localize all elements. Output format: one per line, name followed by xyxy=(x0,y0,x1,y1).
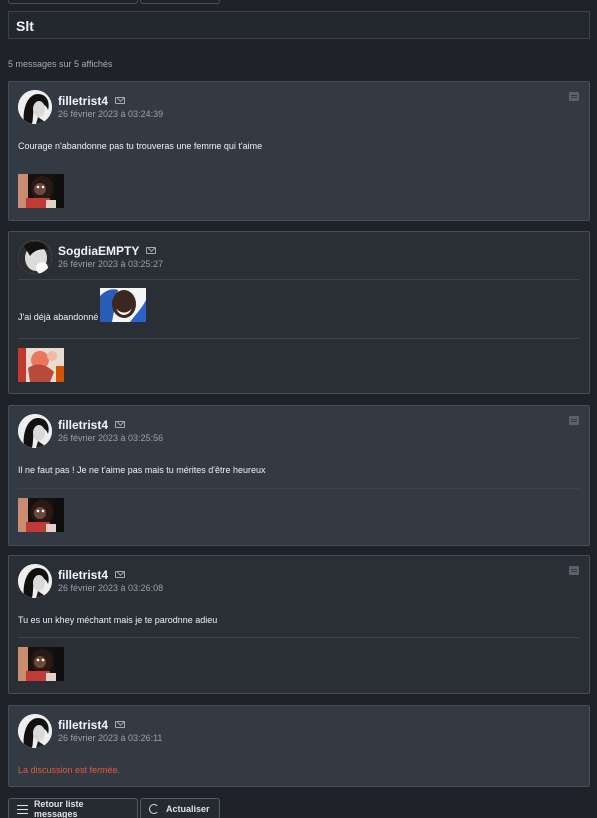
back-to-list-button[interactable]: Retour liste messages xyxy=(8,798,138,818)
divider xyxy=(18,279,580,280)
quote-icon[interactable] xyxy=(569,92,579,101)
message-card: filletrist4 26 février 2023 à 03:24:39 C… xyxy=(8,81,590,221)
mail-icon[interactable] xyxy=(115,721,126,728)
author-link[interactable]: filletrist4 xyxy=(58,568,108,582)
quote-icon[interactable] xyxy=(569,566,579,575)
message-text: J'ai déjà abandonné xyxy=(18,288,147,322)
message-card: filletrist4 26 février 2023 à 03:25:56 I… xyxy=(8,405,590,546)
message-card: SogdiaEMPTY 26 février 2023 à 03:25:27 J… xyxy=(8,231,590,394)
refresh-button-label: Actualiser xyxy=(166,804,210,814)
refresh-button[interactable]: Actualiser xyxy=(140,798,220,818)
author-link[interactable]: filletrist4 xyxy=(58,94,108,108)
message-date[interactable]: 26 février 2023 à 03:26:11 xyxy=(58,733,162,743)
author-name[interactable]: filletrist4 xyxy=(58,568,126,582)
inline-sticker-image[interactable] xyxy=(100,288,147,322)
page-title: Slt xyxy=(16,18,34,34)
avatar[interactable] xyxy=(18,240,52,274)
top-refresh-button[interactable] xyxy=(140,0,220,4)
avatar[interactable] xyxy=(18,564,52,598)
author-link[interactable]: filletrist4 xyxy=(58,718,108,732)
message-text: Courage n'abandonne pas tu trouveras une… xyxy=(18,141,263,151)
avatar[interactable] xyxy=(18,414,52,448)
author-name[interactable]: SogdiaEMPTY xyxy=(58,244,157,258)
signature-image[interactable] xyxy=(18,174,64,208)
avatar[interactable] xyxy=(18,90,52,124)
divider xyxy=(18,637,580,638)
back-button-label: Retour liste messages xyxy=(33,799,84,818)
message-card: filletrist4 26 février 2023 à 03:26:08 T… xyxy=(8,555,590,694)
refresh-icon xyxy=(149,804,159,814)
message-text-content: J'ai déjà abandonné xyxy=(18,312,99,322)
author-name[interactable]: filletrist4 xyxy=(58,94,126,108)
author-link[interactable]: SogdiaEMPTY xyxy=(58,244,139,258)
message-card: filletrist4 26 février 2023 à 03:26:11 L… xyxy=(8,705,590,787)
message-text: Tu es un khey méchant mais je te parodnn… xyxy=(18,615,218,625)
mail-icon[interactable] xyxy=(115,421,126,428)
message-date[interactable]: 26 février 2023 à 03:25:27 xyxy=(58,259,163,269)
top-back-button[interactable] xyxy=(8,0,138,4)
signature-image[interactable] xyxy=(18,647,64,681)
author-link[interactable]: filletrist4 xyxy=(58,418,108,432)
mail-icon[interactable] xyxy=(115,97,126,104)
mail-icon[interactable] xyxy=(115,571,126,578)
topic-title-box: Slt xyxy=(8,11,590,39)
message-text: Il ne faut pas ! Je ne t'aime pas mais t… xyxy=(18,465,266,475)
signature-image[interactable] xyxy=(18,498,64,532)
message-date[interactable]: 26 février 2023 à 03:25:56 xyxy=(58,433,163,443)
signature-image[interactable] xyxy=(18,348,64,382)
author-name[interactable]: filletrist4 xyxy=(58,718,126,732)
message-date[interactable]: 26 février 2023 à 03:26:08 xyxy=(58,583,163,593)
avatar[interactable] xyxy=(18,714,52,748)
divider xyxy=(18,488,580,489)
message-date[interactable]: 26 février 2023 à 03:24:39 xyxy=(58,109,163,119)
divider xyxy=(18,338,580,339)
closed-notice: La discussion est fermée. xyxy=(18,765,121,775)
list-icon xyxy=(17,804,28,814)
mail-icon[interactable] xyxy=(146,247,157,254)
quote-icon[interactable] xyxy=(569,416,579,425)
message-count: 5 messages sur 5 affichés xyxy=(8,59,113,69)
author-name[interactable]: filletrist4 xyxy=(58,418,126,432)
